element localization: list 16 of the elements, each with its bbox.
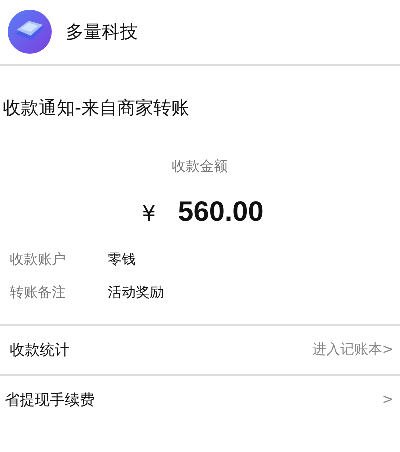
- amount-value: 560.00: [178, 196, 264, 228]
- row-link[interactable]: 进入记账本>: [312, 341, 394, 359]
- currency-symbol: ¥: [142, 202, 156, 227]
- detail-value: 零钱: [108, 250, 136, 268]
- list-row[interactable]: 收款统计 进入记账本>: [0, 326, 400, 374]
- row-link[interactable]: >: [382, 392, 394, 408]
- detail-label: 收款账户: [10, 250, 67, 268]
- merchant-name: 多量科技: [66, 21, 138, 44]
- notification-title: 收款通知-来自商家转账: [3, 97, 190, 120]
- logo-icon: [8, 10, 52, 54]
- amount-label: 收款金额: [171, 158, 229, 176]
- detail-value: 活动奖励: [108, 284, 164, 302]
- row-label: 收款统计: [10, 340, 70, 360]
- row-label: 省提现手续费: [5, 390, 95, 410]
- detail-label: 转账备注: [10, 284, 67, 302]
- list-row[interactable]: 省提现手续费 >: [0, 376, 400, 424]
